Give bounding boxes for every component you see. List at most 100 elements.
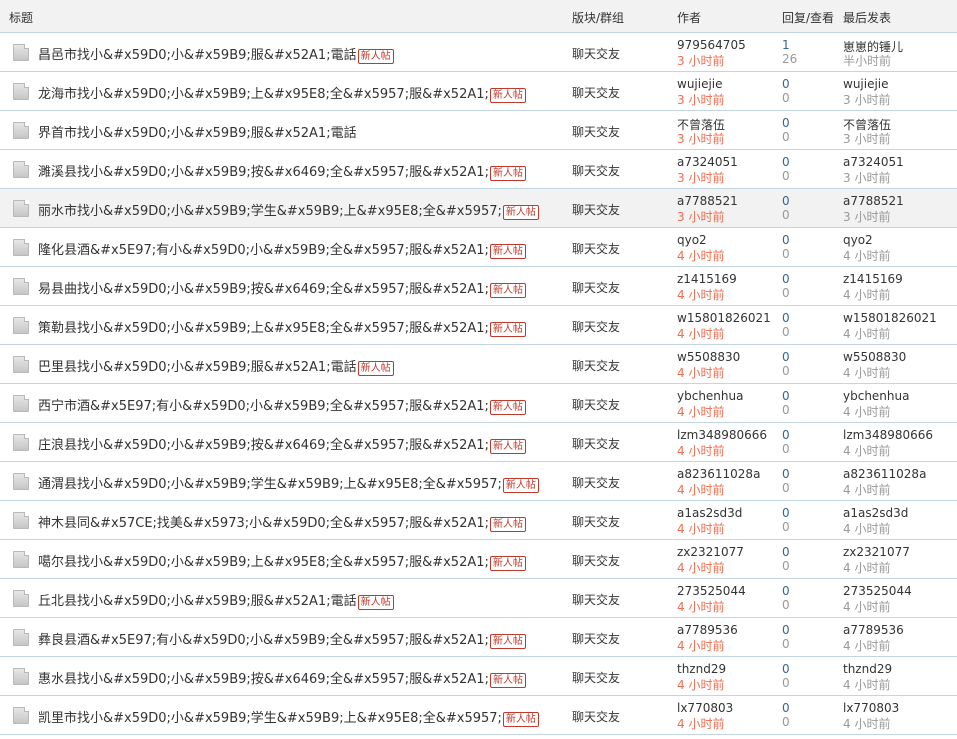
thread-row[interactable]: 西宁市酒&#x5E97;有小&#x59D0;小&#x59B9;全&#x5957;…: [0, 384, 957, 423]
thread-reply-count[interactable]: 0: [782, 350, 790, 364]
header-last-post[interactable]: 最后发表: [843, 9, 891, 26]
thread-last-post-time[interactable]: 4 小时前: [843, 364, 890, 381]
thread-reply-count[interactable]: 0: [782, 77, 790, 91]
folder-icon[interactable]: [13, 200, 29, 217]
folder-icon[interactable]: [13, 434, 29, 451]
folder-icon[interactable]: [13, 551, 29, 568]
thread-author-link[interactable]: ybchenhua: [677, 389, 743, 403]
thread-forum-link[interactable]: 聊天交友: [572, 318, 620, 335]
thread-last-post-time[interactable]: 3 小时前: [843, 169, 890, 186]
thread-reply-count[interactable]: 0: [782, 467, 790, 481]
thread-reply-count[interactable]: 0: [782, 428, 790, 442]
thread-reply-count[interactable]: 0: [782, 116, 790, 130]
thread-title-link[interactable]: 通渭县找小&#x59D0;小&#x59B9;学生&#x59B9;上&#x95E8…: [38, 473, 539, 493]
thread-forum-link[interactable]: 聊天交友: [572, 45, 620, 62]
thread-title-text[interactable]: 昌邑市找小&#x59D0;小&#x59B9;服&#x52A1;電話: [38, 48, 357, 63]
thread-reply-count[interactable]: 0: [782, 311, 790, 325]
thread-title-link[interactable]: 西宁市酒&#x5E97;有小&#x59D0;小&#x59B9;全&#x5957;…: [38, 395, 526, 415]
thread-author-link[interactable]: 979564705: [677, 38, 746, 52]
thread-title-text[interactable]: 龙海市找小&#x59D0;小&#x59B9;上&#x95E8;全&#x5957;…: [38, 87, 489, 102]
thread-forum-link[interactable]: 聊天交友: [572, 396, 620, 413]
thread-row[interactable]: 庄浪县找小&#x59D0;小&#x59B9;按&#x6469;全&#x5957;…: [0, 423, 957, 462]
folder-icon[interactable]: [13, 161, 29, 178]
thread-author-link[interactable]: a7788521: [677, 194, 738, 208]
thread-author-link[interactable]: a7789536: [677, 623, 738, 637]
thread-last-post-time[interactable]: 4 小时前: [843, 715, 890, 732]
thread-reply-count[interactable]: 0: [782, 155, 790, 169]
folder-icon[interactable]: [13, 473, 29, 490]
folder-icon[interactable]: [13, 590, 29, 607]
thread-last-poster-link[interactable]: ybchenhua: [843, 389, 909, 403]
thread-last-poster-link[interactable]: qyo2: [843, 233, 873, 247]
thread-title-text[interactable]: 丽水市找小&#x59D0;小&#x59B9;学生&#x59B9;上&#x95E8…: [38, 204, 502, 219]
thread-title-link[interactable]: 惠水县找小&#x59D0;小&#x59B9;按&#x6469;全&#x5957;…: [38, 668, 526, 688]
folder-icon[interactable]: [13, 44, 29, 61]
thread-reply-count[interactable]: 0: [782, 233, 790, 247]
folder-icon[interactable]: [13, 239, 29, 256]
thread-author-link[interactable]: thznd29: [677, 662, 726, 676]
thread-author-link[interactable]: a1as2sd3d: [677, 506, 742, 520]
thread-author-link[interactable]: zx2321077: [677, 545, 744, 559]
thread-row[interactable]: 濉溪县找小&#x59D0;小&#x59B9;按&#x6469;全&#x5957;…: [0, 150, 957, 189]
thread-row[interactable]: 隆化县酒&#x5E97;有小&#x59D0;小&#x59B9;全&#x5957;…: [0, 228, 957, 267]
thread-last-poster-link[interactable]: w5508830: [843, 350, 906, 364]
thread-title-text[interactable]: 丘北县找小&#x59D0;小&#x59B9;服&#x52A1;電話: [38, 594, 357, 609]
thread-forum-link[interactable]: 聊天交友: [572, 435, 620, 452]
thread-last-poster-link[interactable]: lx770803: [843, 701, 899, 715]
thread-last-poster-link[interactable]: a1as2sd3d: [843, 506, 908, 520]
header-title[interactable]: 标题: [9, 9, 33, 26]
thread-title-link[interactable]: 凯里市找小&#x59D0;小&#x59B9;学生&#x59B9;上&#x95E8…: [38, 707, 539, 727]
folder-icon[interactable]: [13, 668, 29, 685]
thread-title-link[interactable]: 彝良县酒&#x5E97;有小&#x59D0;小&#x59B9;全&#x5957;…: [38, 629, 526, 649]
thread-last-poster-link[interactable]: a7324051: [843, 155, 904, 169]
thread-title-link[interactable]: 神木县同&#x57CE;找美&#x5973;小&#x59D0;全&#x5957;…: [38, 512, 527, 532]
thread-forum-link[interactable]: 聊天交友: [572, 669, 620, 686]
thread-last-post-time[interactable]: 4 小时前: [843, 637, 890, 654]
thread-title-text[interactable]: 西宁市酒&#x5E97;有小&#x59D0;小&#x59B9;全&#x5957;…: [38, 399, 489, 414]
thread-title-link[interactable]: 昌邑市找小&#x59D0;小&#x59B9;服&#x52A1;電話 新人帖: [38, 44, 394, 64]
thread-last-post-time[interactable]: 4 小时前: [843, 325, 890, 342]
thread-last-post-time[interactable]: 4 小时前: [843, 559, 890, 576]
thread-title-link[interactable]: 龙海市找小&#x59D0;小&#x59B9;上&#x95E8;全&#x5957;…: [38, 83, 526, 103]
thread-row[interactable]: 惠水县找小&#x59D0;小&#x59B9;按&#x6469;全&#x5957;…: [0, 657, 957, 696]
thread-row[interactable]: 巴里县找小&#x59D0;小&#x59B9;服&#x52A1;電話 新人帖 聊天交友…: [0, 345, 957, 384]
thread-reply-count[interactable]: 0: [782, 389, 790, 403]
thread-last-poster-link[interactable]: a7788521: [843, 194, 904, 208]
thread-title-text[interactable]: 神木县同&#x57CE;找美&#x5973;小&#x59D0;全&#x5957;…: [38, 516, 489, 531]
thread-title-text[interactable]: 惠水县找小&#x59D0;小&#x59B9;按&#x6469;全&#x5957;…: [38, 672, 489, 687]
thread-author-link[interactable]: a7324051: [677, 155, 738, 169]
thread-last-poster-link[interactable]: w15801826021: [843, 311, 937, 325]
thread-forum-link[interactable]: 聊天交友: [572, 591, 620, 608]
folder-icon[interactable]: [13, 278, 29, 295]
thread-reply-count[interactable]: 0: [782, 662, 790, 676]
thread-author-link[interactable]: w5508830: [677, 350, 740, 364]
thread-author-link[interactable]: qyo2: [677, 233, 707, 247]
header-stats[interactable]: 回复/查看: [782, 9, 834, 26]
thread-forum-link[interactable]: 聊天交友: [572, 201, 620, 218]
thread-row[interactable]: 易县曲找小&#x59D0;小&#x59B9;按&#x6469;全&#x5957;…: [0, 267, 957, 306]
folder-icon[interactable]: [13, 83, 29, 100]
thread-row[interactable]: 彝良县酒&#x5E97;有小&#x59D0;小&#x59B9;全&#x5957;…: [0, 618, 957, 657]
thread-author-link[interactable]: lzm348980666: [677, 428, 767, 442]
thread-title-link[interactable]: 濉溪县找小&#x59D0;小&#x59B9;按&#x6469;全&#x5957;…: [38, 161, 526, 181]
thread-last-post-time[interactable]: 4 小时前: [843, 481, 890, 498]
thread-reply-count[interactable]: 0: [782, 545, 790, 559]
thread-last-poster-link[interactable]: zx2321077: [843, 545, 910, 559]
thread-title-text[interactable]: 凯里市找小&#x59D0;小&#x59B9;学生&#x59B9;上&#x95E8…: [38, 711, 502, 726]
thread-last-post-time[interactable]: 4 小时前: [843, 676, 890, 693]
thread-forum-link[interactable]: 聊天交友: [572, 84, 620, 101]
folder-icon[interactable]: [13, 356, 29, 373]
thread-row[interactable]: 神木县同&#x57CE;找美&#x5973;小&#x59D0;全&#x5957;…: [0, 501, 957, 540]
thread-reply-count[interactable]: 0: [782, 194, 790, 208]
thread-last-post-time[interactable]: 3 小时前: [843, 208, 890, 225]
thread-last-post-time[interactable]: 3 小时前: [843, 130, 890, 147]
thread-forum-link[interactable]: 聊天交友: [572, 279, 620, 296]
thread-title-link[interactable]: 易县曲找小&#x59D0;小&#x59B9;按&#x6469;全&#x5957;…: [38, 278, 526, 298]
thread-author-link[interactable]: wujiejie: [677, 77, 723, 91]
thread-last-poster-link[interactable]: thznd29: [843, 662, 892, 676]
folder-icon[interactable]: [13, 317, 29, 334]
thread-forum-link[interactable]: 聊天交友: [572, 708, 620, 725]
thread-title-text[interactable]: 巴里县找小&#x59D0;小&#x59B9;服&#x52A1;電話: [38, 360, 357, 375]
thread-row[interactable]: 丽水市找小&#x59D0;小&#x59B9;学生&#x59B9;上&#x95E8…: [0, 189, 957, 228]
thread-author-link[interactable]: lx770803: [677, 701, 733, 715]
